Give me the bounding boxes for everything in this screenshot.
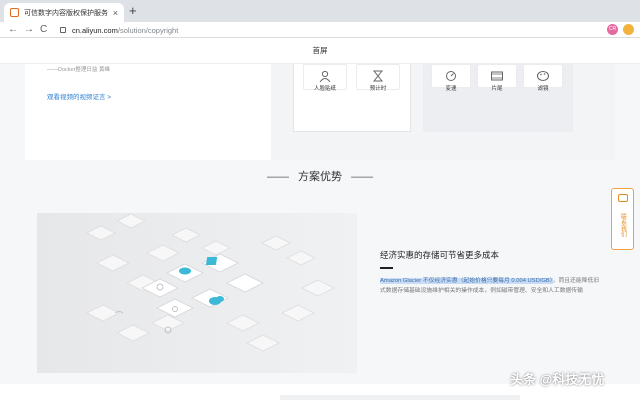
film-icon: [491, 71, 503, 81]
tab-close-icon[interactable]: ×: [113, 8, 118, 18]
advantage-divider: [380, 267, 393, 269]
hourglass-icon: [372, 70, 384, 82]
favicon-icon: [10, 8, 19, 17]
advantage-title: 经济实惠的存储可节省更多成本: [380, 250, 500, 260]
section-title-text: 方案优势: [298, 171, 342, 183]
extension-icon[interactable]: [623, 24, 634, 35]
advantage-description: Amazon Glacier 不仅经济实惠（起始价格只要每月 0.004 USD…: [380, 276, 602, 296]
browser-tab[interactable]: 可信数字内容版权保护服务 ×: [4, 3, 124, 22]
watermark-text: 头条 @科技无忧: [510, 372, 605, 387]
section-dash-right: ——: [351, 171, 374, 183]
feature-label: 预计时: [369, 86, 387, 92]
url-text: cn.aliyun.com/solution/copyright: [72, 26, 178, 35]
tab-title: 可信数字内容版权保护服务: [24, 9, 108, 17]
feature-group-b: 变速 片尾 滤镜: [423, 64, 573, 132]
feature-countdown[interactable]: 预计时: [356, 64, 400, 92]
isometric-tiles-graphic: [37, 213, 357, 373]
cases-link[interactable]: 观看视频的视频证言 >: [47, 91, 111, 101]
reload-button[interactable]: C: [40, 23, 47, 37]
feature-label: 片尾: [491, 86, 503, 92]
next-section-strip: [280, 395, 520, 400]
palette-icon: [537, 71, 549, 81]
top-card: ——Docker整理日益 黄峰 观看视频的视频证言 > 人脸贴纸 预计时 变速 …: [25, 64, 615, 160]
quote-attribution: ——Docker整理日益 黄峰: [47, 67, 110, 73]
url-host: cn.aliyun.com: [72, 25, 118, 35]
feature-filter[interactable]: 滤镜: [523, 64, 563, 92]
speed-gauge-icon: [446, 71, 456, 81]
url-path: /solution/copyright: [117, 25, 179, 35]
section-dash-left: ——: [266, 171, 289, 183]
forward-button[interactable]: →: [24, 23, 34, 37]
person-icon: [319, 70, 331, 82]
back-button[interactable]: ←: [8, 23, 18, 37]
page-nav-title[interactable]: 首屏: [0, 38, 640, 64]
feature-face-sticker[interactable]: 人脸贴纸: [303, 64, 347, 92]
contact-us-label: 联系我们: [619, 213, 626, 237]
feature-label: 变速: [445, 86, 457, 92]
feature-label: 人脸贴纸: [313, 86, 336, 92]
contact-us-float-button[interactable]: 联系我们: [611, 188, 634, 250]
feature-ending[interactable]: 片尾: [477, 64, 517, 92]
selected-text[interactable]: Amazon Glacier 不仅经济实惠（起始价格只要每月 0.004 USD…: [380, 278, 553, 284]
chat-icon: [617, 194, 628, 202]
profile-avatar[interactable]: CR: [607, 24, 618, 35]
feature-group-a: 人脸贴纸 预计时: [293, 64, 411, 132]
new-tab-button[interactable]: +: [129, 4, 137, 18]
address-bar[interactable]: cn.aliyun.com/solution/copyright: [54, 24, 602, 36]
browser-tab-bar: 可信数字内容版权保护服务 × +: [0, 0, 640, 22]
lock-icon: [60, 27, 66, 33]
advantage-illustration: [37, 213, 357, 373]
section-title: —— 方案优势 ——: [0, 168, 640, 184]
web-page: 首屏 ——Docker整理日益 黄峰 观看视频的视频证言 > 人脸贴纸 预计时 …: [0, 38, 640, 400]
feature-speed[interactable]: 变速: [431, 64, 471, 92]
feature-label: 滤镜: [537, 86, 549, 92]
browser-toolbar: ← → C cn.aliyun.com/solution/copyright C…: [0, 22, 640, 38]
